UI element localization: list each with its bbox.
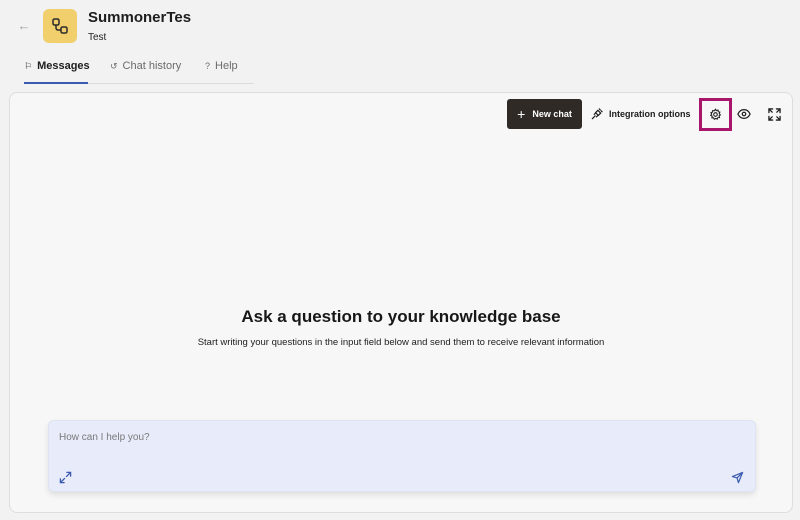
integration-label: Integration options <box>609 109 691 119</box>
tab-label: Chat history <box>122 60 182 72</box>
expand-icon <box>767 107 781 121</box>
tab-label: Help <box>215 60 238 72</box>
fullscreen-button[interactable] <box>766 106 782 122</box>
settings-button[interactable] <box>699 98 732 131</box>
plus-icon: + <box>517 106 526 122</box>
new-chat-label: New chat <box>532 109 572 119</box>
send-icon <box>731 471 744 484</box>
app-title: SummonerTes <box>88 9 192 26</box>
app-avatar <box>43 9 77 43</box>
message-input[interactable] <box>59 429 739 445</box>
integration-options-button[interactable]: Integration options <box>590 103 691 125</box>
help-circle-icon: ? <box>205 61 211 71</box>
message-composer <box>48 420 756 492</box>
preview-button[interactable] <box>736 106 752 122</box>
diagonal-expand-icon <box>59 471 72 484</box>
app-subtitle: Test <box>88 32 107 43</box>
history-icon: ↺ <box>110 61 118 71</box>
tab-label: Messages <box>37 60 90 72</box>
gear-icon <box>709 108 722 121</box>
tab-help[interactable]: ? Help <box>205 60 238 83</box>
tab-chat-history[interactable]: ↺ Chat history <box>110 60 181 83</box>
tab-messages[interactable]: ⚐ Messages <box>24 60 90 84</box>
tab-bar: ⚐ Messages ↺ Chat history ? Help <box>24 60 254 84</box>
eye-icon <box>737 109 751 119</box>
flag-icon: ⚐ <box>24 61 33 71</box>
nodes-icon <box>52 18 68 34</box>
expand-composer-button[interactable] <box>59 471 73 485</box>
chat-panel: + New chat Integration options Ask a que… <box>9 92 793 513</box>
empty-state-heading: Ask a question to your knowledge base <box>241 307 561 326</box>
plug-icon <box>591 107 603 119</box>
send-button[interactable] <box>731 471 745 485</box>
back-button[interactable]: ← <box>16 18 32 34</box>
empty-state-subtext: Start writing your questions in the inpu… <box>197 337 605 348</box>
arrow-left-icon: ← <box>17 18 31 33</box>
new-chat-button[interactable]: + New chat <box>507 99 582 129</box>
